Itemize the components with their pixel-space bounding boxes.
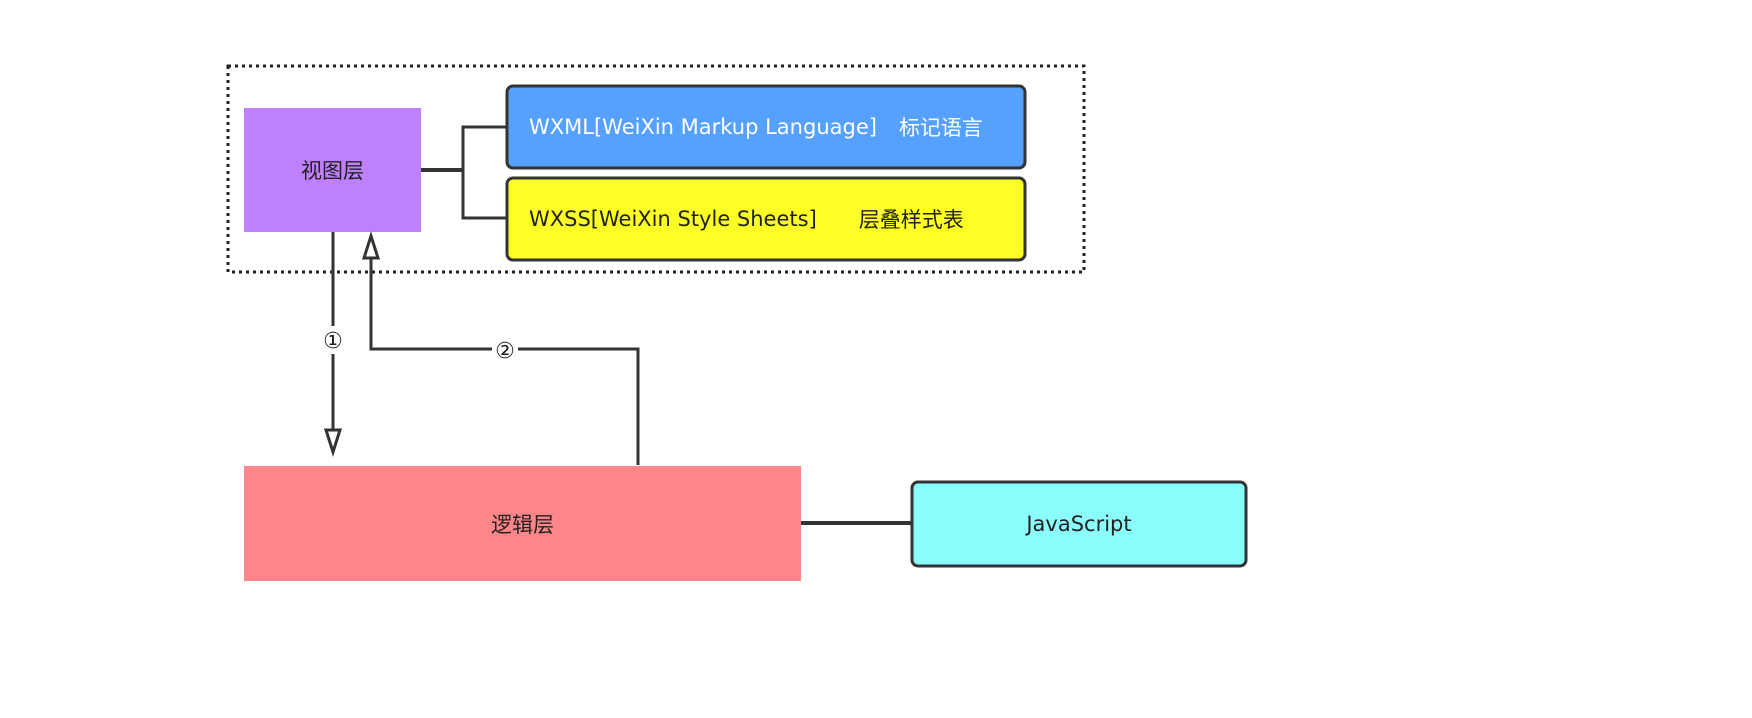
step2-label: ② [495, 338, 515, 364]
step1-label: ① [323, 328, 343, 354]
wxml-desc: 标记语言 [898, 116, 983, 140]
logic-layer-label: 逻辑层 [491, 512, 554, 537]
javascript-label: JavaScript [1026, 512, 1132, 536]
wxss-desc: 层叠样式表 [858, 208, 964, 232]
view-layer-label: 视图层 [301, 159, 364, 183]
wxml-label: WXML[WeiXin Markup Language] 标记语言 [507, 86, 1025, 168]
wxml-name: WXML[WeiXin Markup Language] [529, 115, 877, 139]
wxss-label: WXSS[WeiXin Style Sheets] 层叠样式表 [507, 178, 1025, 260]
wxss-name: WXSS[WeiXin Style Sheets] [529, 207, 817, 231]
view-connector [421, 125, 507, 220]
